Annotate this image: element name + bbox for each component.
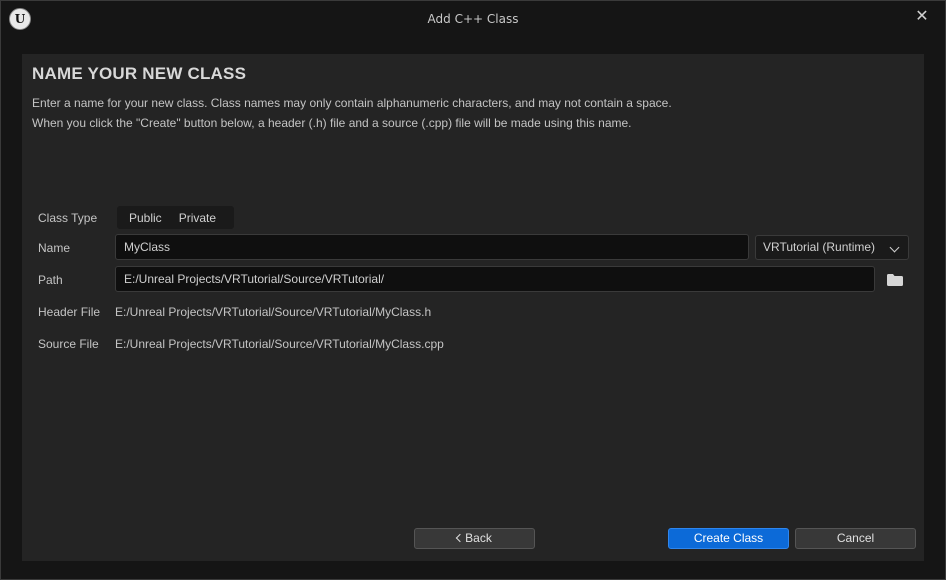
class-type-label: Class Type [38, 211, 98, 225]
content-panel: NAME YOUR NEW CLASS Enter a name for you… [22, 54, 924, 561]
source-file-label: Source File [38, 337, 99, 351]
back-button[interactable]: Back [414, 528, 535, 549]
description-line-1: Enter a name for your new class. Class n… [32, 96, 672, 110]
close-icon[interactable]: ✕ [913, 7, 931, 25]
description-line-2: When you click the "Create" button below… [32, 116, 632, 130]
class-type-toggle: Public Private [117, 206, 234, 229]
page-title: NAME YOUR NEW CLASS [32, 64, 247, 83]
chevron-left-icon [455, 533, 465, 543]
dialog-window: U Add C++ Class ✕ NAME YOUR NEW CLASS En… [0, 0, 946, 580]
module-dropdown[interactable]: VRTutorial (Runtime) [755, 235, 909, 260]
folder-icon[interactable] [887, 274, 903, 286]
class-name-input[interactable]: MyClass [115, 234, 749, 260]
path-input[interactable]: E:/Unreal Projects/VRTutorial/Source/VRT… [115, 266, 875, 292]
back-button-label: Back [465, 531, 492, 545]
window-title: Add C++ Class [427, 12, 519, 26]
class-type-private[interactable]: Private [162, 211, 216, 225]
title-bar: U Add C++ Class ✕ [1, 1, 945, 39]
header-file-path: E:/Unreal Projects/VRTutorial/Source/VRT… [115, 305, 432, 319]
module-dropdown-value: VRTutorial (Runtime) [763, 240, 876, 254]
header-file-label: Header File [38, 305, 101, 319]
create-class-button[interactable]: Create Class [668, 528, 789, 549]
class-type-public[interactable]: Public [117, 211, 162, 225]
name-label: Name [38, 241, 71, 255]
chevron-down-icon [889, 242, 900, 253]
source-file-path: E:/Unreal Projects/VRTutorial/Source/VRT… [115, 337, 444, 351]
cancel-button[interactable]: Cancel [795, 528, 916, 549]
path-label: Path [38, 273, 63, 287]
